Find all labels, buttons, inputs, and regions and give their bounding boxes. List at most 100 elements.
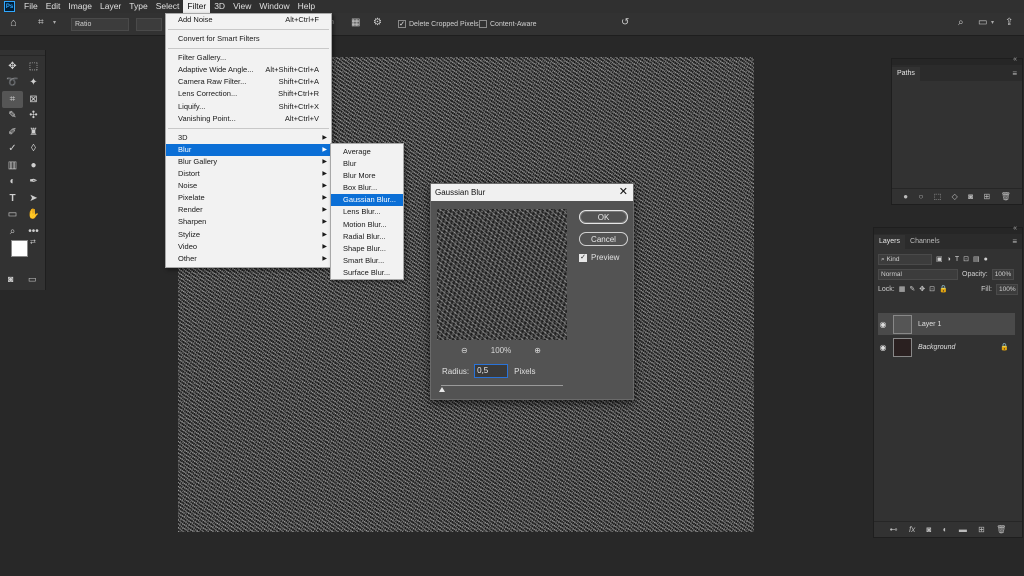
add-mask-icon[interactable]: ◙ bbox=[927, 525, 932, 534]
eyedropper-icon[interactable]: ✎ bbox=[2, 108, 23, 125]
radius-slider-track[interactable] bbox=[441, 385, 563, 386]
zoom-tool-icon[interactable]: ⌕ bbox=[2, 223, 23, 240]
menu-item-filter-gallery[interactable]: Filter Gallery... bbox=[166, 52, 331, 64]
menu-item-average[interactable]: Average bbox=[331, 146, 403, 158]
tab-channels[interactable]: Channels bbox=[905, 235, 945, 249]
dialog-titlebar[interactable]: Gaussian Blur ✕ bbox=[431, 184, 633, 201]
workspace-icon[interactable]: ▭ bbox=[978, 17, 987, 28]
panel-menu-icon[interactable]: ≡ bbox=[1012, 235, 1022, 249]
type-filter-icon[interactable]: T bbox=[955, 256, 959, 263]
layer-row-layer-1[interactable]: ◉ Layer 1 bbox=[878, 313, 1015, 335]
fx-icon[interactable]: fx bbox=[909, 525, 915, 534]
lock-image-icon[interactable]: ✎ bbox=[909, 285, 915, 293]
filter-toggle-icon[interactable]: ● bbox=[984, 256, 988, 263]
blur-preview-image[interactable] bbox=[437, 209, 567, 340]
content-aware-checkbox[interactable] bbox=[479, 20, 487, 28]
gradient-tool-icon[interactable]: ▥ bbox=[2, 157, 23, 174]
grid-overlay-icon[interactable]: ▦ bbox=[351, 17, 360, 28]
radius-input[interactable]: 0,5 bbox=[474, 364, 509, 378]
visibility-eye-icon[interactable]: ◉ bbox=[878, 343, 888, 352]
lock-artboard-icon[interactable]: ⊡ bbox=[929, 285, 935, 293]
ok-button[interactable]: OK bbox=[579, 210, 628, 224]
menu-window[interactable]: Window bbox=[255, 0, 293, 13]
marquee-tool-icon[interactable]: ⬚ bbox=[23, 58, 44, 75]
dodge-tool-icon[interactable]: ◐ bbox=[2, 174, 23, 191]
visibility-eye-icon[interactable]: ◉ bbox=[878, 320, 888, 329]
history-brush-icon[interactable]: ✓ bbox=[2, 141, 23, 158]
menu-image[interactable]: Image bbox=[64, 0, 96, 13]
collapse-icon[interactable]: « bbox=[1013, 56, 1017, 63]
cancel-button[interactable]: Cancel bbox=[579, 232, 628, 246]
menu-layer[interactable]: Layer bbox=[96, 0, 125, 13]
stamp-tool-icon[interactable]: ♜ bbox=[23, 124, 44, 141]
menu-item-liquify[interactable]: Liquify... Shift+Ctrl+X bbox=[166, 101, 331, 113]
lock-all-icon[interactable]: 🔒 bbox=[939, 285, 948, 293]
menu-view[interactable]: View bbox=[229, 0, 255, 13]
load-selection-icon[interactable]: ⬚ bbox=[934, 192, 942, 201]
panel-collapse-bar[interactable]: « bbox=[874, 225, 1022, 234]
preview-toggle[interactable]: ✓ Preview bbox=[579, 253, 619, 262]
crop-tool-icon[interactable]: ⌗ bbox=[38, 17, 44, 28]
panel-collapse-bar[interactable]: « bbox=[892, 56, 1022, 65]
menu-item-add-noise[interactable]: Add Noise Alt+Ctrl+F bbox=[166, 14, 331, 26]
menu-item-pixelate[interactable]: Pixelate ▶ bbox=[166, 192, 331, 204]
menu-item-distort[interactable]: Distort ▶ bbox=[166, 168, 331, 180]
width-field[interactable] bbox=[136, 18, 162, 31]
menu-item-adaptive-wide-angle[interactable]: Adaptive Wide Angle... Alt+Shift+Ctrl+A bbox=[166, 64, 331, 76]
menu-item-camera-raw[interactable]: Camera Raw Filter... Shift+Ctrl+A bbox=[166, 76, 331, 88]
move-tool-icon[interactable]: ✥ bbox=[2, 58, 23, 75]
eraser-icon[interactable]: ◊ bbox=[23, 141, 44, 158]
menu-item-blur-more[interactable]: Blur More bbox=[331, 170, 403, 182]
menu-edit[interactable]: Edit bbox=[42, 0, 65, 13]
menu-help[interactable]: Help bbox=[294, 0, 319, 13]
opacity-input[interactable]: 100% bbox=[991, 268, 1014, 280]
reset-icon[interactable]: ↺ bbox=[621, 17, 629, 28]
new-layer-icon[interactable]: ⊞ bbox=[978, 525, 985, 534]
trash-icon[interactable]: 🗑 bbox=[996, 525, 1006, 534]
rectangle-tool-icon[interactable]: ▭ bbox=[2, 207, 23, 224]
new-path-icon[interactable]: ⊞ bbox=[983, 192, 990, 201]
menu-item-render[interactable]: Render ▶ bbox=[166, 204, 331, 216]
healing-brush-icon[interactable]: ✣ bbox=[23, 108, 44, 125]
crop-tool-icon[interactable]: ⌗ bbox=[2, 91, 23, 108]
quick-mask-icon[interactable]: ◙ bbox=[8, 274, 13, 284]
lock-transparent-icon[interactable]: ▦ bbox=[899, 285, 906, 293]
menu-item-box-blur[interactable]: Box Blur... bbox=[331, 182, 403, 194]
swap-colors-icon[interactable]: ⇄ bbox=[30, 238, 36, 246]
type-tool-icon[interactable]: T bbox=[2, 190, 23, 207]
zoom-out-icon[interactable]: ⊖ bbox=[461, 346, 468, 355]
foreground-color-swatch[interactable] bbox=[11, 240, 28, 257]
share-icon[interactable]: ⇪ bbox=[1005, 17, 1013, 28]
hand-tool-icon[interactable]: ✋ bbox=[23, 207, 44, 224]
blur-tool-icon[interactable]: ● bbox=[23, 157, 44, 174]
frame-tool-icon[interactable]: ⊠ bbox=[23, 91, 44, 108]
tab-paths[interactable]: Paths bbox=[892, 67, 920, 81]
stroke-path-icon[interactable]: ○ bbox=[918, 192, 923, 201]
layer-row-background[interactable]: ◉ Background 🔒 bbox=[878, 336, 1015, 358]
smart-object-filter-icon[interactable]: ▤ bbox=[973, 255, 980, 263]
menu-item-stylize[interactable]: Stylize ▶ bbox=[166, 229, 331, 241]
menu-item-motion-blur[interactable]: Motion Blur... bbox=[331, 219, 403, 231]
menu-3d[interactable]: 3D bbox=[210, 0, 229, 13]
search-icon[interactable]: ⌕ bbox=[958, 17, 964, 28]
home-icon[interactable]: ⌂ bbox=[10, 17, 17, 29]
adjustment-filter-icon[interactable]: ◑ bbox=[947, 256, 951, 263]
menu-item-sharpen[interactable]: Sharpen ▶ bbox=[166, 216, 331, 228]
fill-input[interactable]: 100% bbox=[996, 283, 1018, 295]
make-path-icon[interactable]: ◇ bbox=[952, 192, 958, 201]
gear-icon[interactable]: ⚙ bbox=[373, 17, 382, 28]
trash-icon[interactable]: 🗑 bbox=[1001, 192, 1011, 201]
zoom-in-icon[interactable]: ⊕ bbox=[534, 346, 541, 355]
link-layers-icon[interactable]: ⊷ bbox=[890, 525, 898, 534]
panel-menu-icon[interactable]: ≡ bbox=[1012, 67, 1022, 81]
menu-item-radial-blur[interactable]: Radial Blur... bbox=[331, 231, 403, 243]
chevron-down-icon[interactable]: ▾ bbox=[991, 19, 994, 26]
blend-mode-select[interactable]: Normal bbox=[878, 268, 958, 280]
new-group-icon[interactable]: ▬ bbox=[959, 525, 967, 534]
menu-file[interactable]: File bbox=[20, 0, 42, 13]
menu-item-lens-blur[interactable]: Lens Blur... bbox=[331, 206, 403, 218]
menu-type[interactable]: Type bbox=[125, 0, 151, 13]
radius-slider-thumb[interactable] bbox=[439, 387, 445, 392]
fill-path-icon[interactable]: ● bbox=[903, 192, 908, 201]
menu-item-shape-blur[interactable]: Shape Blur... bbox=[331, 243, 403, 255]
